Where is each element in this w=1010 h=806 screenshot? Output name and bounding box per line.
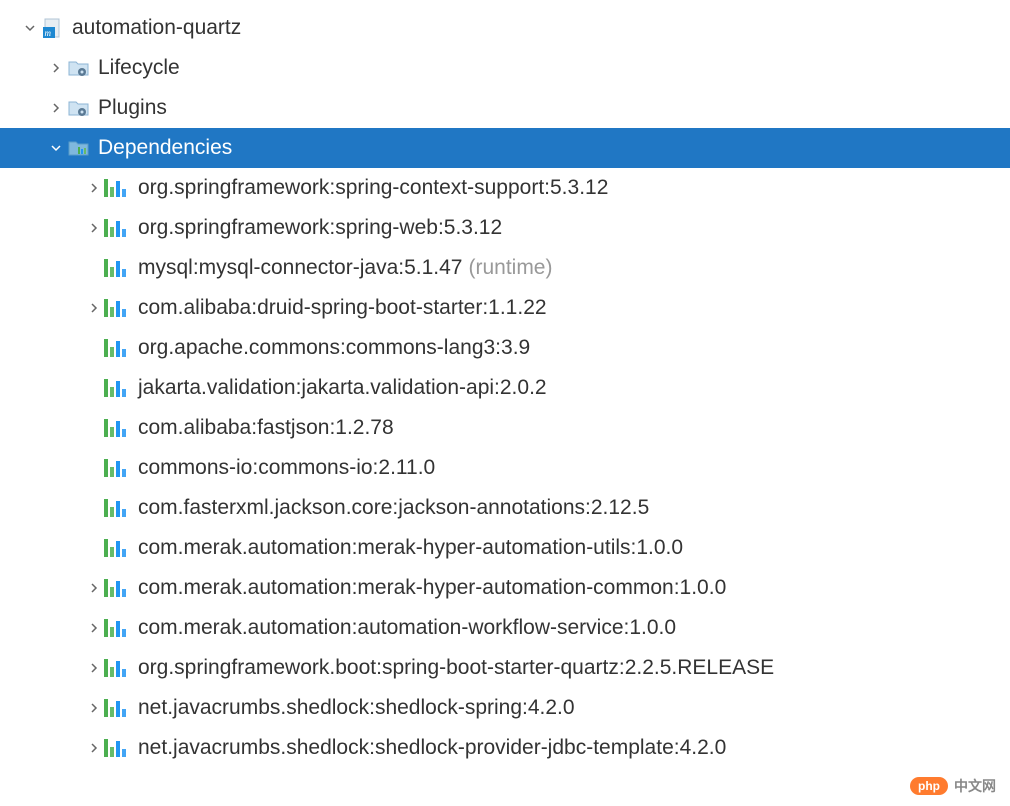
library-icon bbox=[104, 499, 130, 517]
dependencies-label: Dependencies bbox=[98, 136, 232, 160]
tree-row-dependencies[interactable]: Dependencies bbox=[0, 128, 1010, 168]
library-icon bbox=[104, 739, 130, 757]
library-icon bbox=[104, 179, 130, 197]
library-icon bbox=[104, 659, 130, 677]
maven-module-icon: m bbox=[40, 17, 66, 39]
chevron-right-icon[interactable] bbox=[46, 102, 66, 114]
dependency-label: com.merak.automation:merak-hyper-automat… bbox=[138, 536, 683, 560]
tree-row-dependency[interactable]: mysql:mysql-connector-java:5.1.47(runtim… bbox=[0, 248, 1010, 288]
maven-tree: m automation-quartz Lifecycle bbox=[0, 0, 1010, 768]
dependency-label: jakarta.validation:jakarta.validation-ap… bbox=[138, 376, 547, 400]
library-icon bbox=[104, 579, 130, 597]
tree-row-dependency[interactable]: com.alibaba:fastjson:1.2.78 bbox=[0, 408, 1010, 448]
project-label: automation-quartz bbox=[72, 16, 241, 40]
dependency-label: org.springframework:spring-web:5.3.12 bbox=[138, 216, 502, 240]
dependency-label: com.merak.automation:merak-hyper-automat… bbox=[138, 576, 726, 600]
watermark-badge: php bbox=[910, 777, 948, 795]
dependency-label: org.springframework.boot:spring-boot-sta… bbox=[138, 656, 774, 680]
tree-row-dependency[interactable]: org.springframework.boot:spring-boot-sta… bbox=[0, 648, 1010, 688]
folder-library-icon bbox=[66, 137, 92, 159]
library-icon bbox=[104, 539, 130, 557]
chevron-right-icon[interactable] bbox=[46, 62, 66, 74]
dependency-label: commons-io:commons-io:2.11.0 bbox=[138, 456, 435, 480]
dependencies-children: org.springframework:spring-context-suppo… bbox=[0, 168, 1010, 768]
chevron-right-icon[interactable] bbox=[84, 622, 104, 634]
dependency-label: com.merak.automation:automation-workflow… bbox=[138, 616, 676, 640]
tree-row-dependency[interactable]: org.springframework:spring-context-suppo… bbox=[0, 168, 1010, 208]
tree-row-dependency[interactable]: commons-io:commons-io:2.11.0 bbox=[0, 448, 1010, 488]
dependency-label: org.springframework:spring-context-suppo… bbox=[138, 176, 608, 200]
tree-row-dependency[interactable]: org.apache.commons:commons-lang3:3.9 bbox=[0, 328, 1010, 368]
tree-row-dependency[interactable]: com.merak.automation:merak-hyper-automat… bbox=[0, 568, 1010, 608]
library-icon bbox=[104, 699, 130, 717]
chevron-right-icon[interactable] bbox=[84, 582, 104, 594]
watermark-text: 中文网 bbox=[954, 776, 996, 796]
tree-row-project[interactable]: m automation-quartz bbox=[0, 8, 1010, 48]
plugins-label: Plugins bbox=[98, 96, 167, 120]
lifecycle-label: Lifecycle bbox=[98, 56, 180, 80]
chevron-right-icon[interactable] bbox=[84, 702, 104, 714]
library-icon bbox=[104, 339, 130, 357]
tree-row-lifecycle[interactable]: Lifecycle bbox=[0, 48, 1010, 88]
tree-row-plugins[interactable]: Plugins bbox=[0, 88, 1010, 128]
library-icon bbox=[104, 379, 130, 397]
chevron-right-icon[interactable] bbox=[84, 302, 104, 314]
dependency-label: net.javacrumbs.shedlock:shedlock-spring:… bbox=[138, 696, 575, 720]
chevron-right-icon[interactable] bbox=[84, 742, 104, 754]
dependency-label: com.alibaba:fastjson:1.2.78 bbox=[138, 416, 394, 440]
tree-row-dependency[interactable]: net.javacrumbs.shedlock:shedlock-provide… bbox=[0, 728, 1010, 768]
folder-gear-icon bbox=[66, 57, 92, 79]
dependency-label: com.fasterxml.jackson.core:jackson-annot… bbox=[138, 496, 649, 520]
library-icon bbox=[104, 619, 130, 637]
svg-text:m: m bbox=[45, 28, 52, 38]
chevron-down-icon[interactable] bbox=[46, 142, 66, 154]
dependency-label: net.javacrumbs.shedlock:shedlock-provide… bbox=[138, 736, 726, 760]
tree-row-dependency[interactable]: com.merak.automation:automation-workflow… bbox=[0, 608, 1010, 648]
tree-row-dependency[interactable]: com.merak.automation:merak-hyper-automat… bbox=[0, 528, 1010, 568]
tree-row-dependency[interactable]: com.alibaba:druid-spring-boot-starter:1.… bbox=[0, 288, 1010, 328]
library-icon bbox=[104, 419, 130, 437]
dependency-label: mysql:mysql-connector-java:5.1.47 bbox=[138, 256, 462, 280]
library-icon bbox=[104, 219, 130, 237]
chevron-right-icon[interactable] bbox=[84, 662, 104, 674]
tree-row-dependency[interactable]: net.javacrumbs.shedlock:shedlock-spring:… bbox=[0, 688, 1010, 728]
tree-row-dependency[interactable]: com.fasterxml.jackson.core:jackson-annot… bbox=[0, 488, 1010, 528]
tree-row-dependency[interactable]: jakarta.validation:jakarta.validation-ap… bbox=[0, 368, 1010, 408]
library-icon bbox=[104, 299, 130, 317]
library-icon bbox=[104, 459, 130, 477]
chevron-right-icon[interactable] bbox=[84, 182, 104, 194]
dependency-label: org.apache.commons:commons-lang3:3.9 bbox=[138, 336, 530, 360]
watermark: php 中文网 bbox=[910, 776, 996, 796]
dependency-scope-hint: (runtime) bbox=[468, 256, 552, 280]
chevron-right-icon[interactable] bbox=[84, 222, 104, 234]
tree-row-dependency[interactable]: org.springframework:spring-web:5.3.12 bbox=[0, 208, 1010, 248]
chevron-down-icon[interactable] bbox=[20, 22, 40, 34]
library-icon bbox=[104, 259, 130, 277]
folder-gear-icon bbox=[66, 97, 92, 119]
dependency-label: com.alibaba:druid-spring-boot-starter:1.… bbox=[138, 296, 547, 320]
